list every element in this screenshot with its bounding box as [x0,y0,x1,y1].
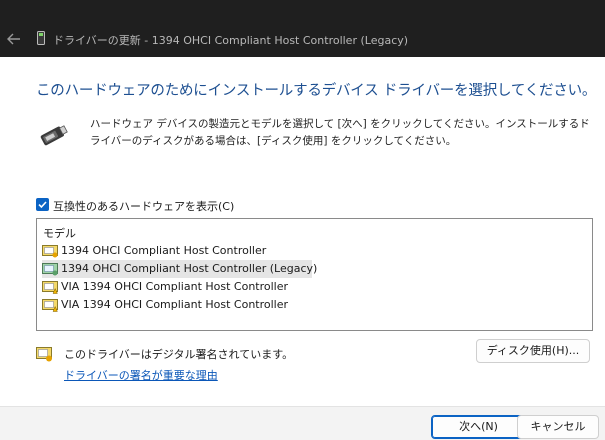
wizard-footer: 次へ(N) キャンセル [0,406,605,440]
list-item-label: 1394 OHCI Compliant Host Controller (Leg… [61,262,318,275]
checkbox-checked-icon[interactable] [36,198,49,211]
window-title: ドライバーの更新 - 1394 OHCI Compliant Host Cont… [53,34,409,47]
driver-warning-icon [42,281,58,294]
title-bar: ドライバーの更新 - 1394 OHCI Compliant Host Cont… [0,0,605,57]
wizard-content: このハードウェアのためにインストールするデバイス ドライバーを選択してください。… [0,57,605,406]
hardware-plug-icon [36,118,70,152]
checkbox-label: 互換性のあるハードウェアを表示(C) [53,200,235,213]
next-button[interactable]: 次へ(N) [431,415,526,439]
signed-driver-icon [36,347,52,362]
page-description: ハードウェア デバイスの製造元とモデルを選択して [次へ] をクリックしてくださ… [90,118,590,147]
list-header: モデル [43,227,76,240]
driver-warning-icon [42,299,58,312]
driver-certificate-icon [42,245,58,258]
signature-status-text: このドライバーはデジタル署名されています。 [64,348,294,361]
have-disk-button[interactable]: ディスク使用(H)... [476,339,590,363]
back-arrow-icon[interactable] [6,31,22,47]
list-item[interactable]: VIA 1394 OHCI Compliant Host Controller [42,296,312,314]
model-listbox[interactable]: モデル 1394 OHCI Compliant Host Controller … [36,218,593,331]
list-item[interactable]: VIA 1394 OHCI Compliant Host Controller [42,278,312,296]
device-icon [37,31,45,45]
list-item-label: VIA 1394 OHCI Compliant Host Controller [61,280,289,293]
cancel-button[interactable]: キャンセル [517,415,599,439]
driver-certificate-icon [42,263,58,276]
list-item-label: VIA 1394 OHCI Compliant Host Controller [61,298,289,311]
list-item[interactable]: 1394 OHCI Compliant Host Controller [42,242,312,260]
list-item-label: 1394 OHCI Compliant Host Controller [61,244,267,257]
signature-info-link[interactable]: ドライバーの署名が重要な理由 [64,367,218,383]
list-item-selected[interactable]: 1394 OHCI Compliant Host Controller (Leg… [42,260,317,278]
page-heading: このハードウェアのためにインストールするデバイス ドライバーを選択してください。 [36,83,597,99]
